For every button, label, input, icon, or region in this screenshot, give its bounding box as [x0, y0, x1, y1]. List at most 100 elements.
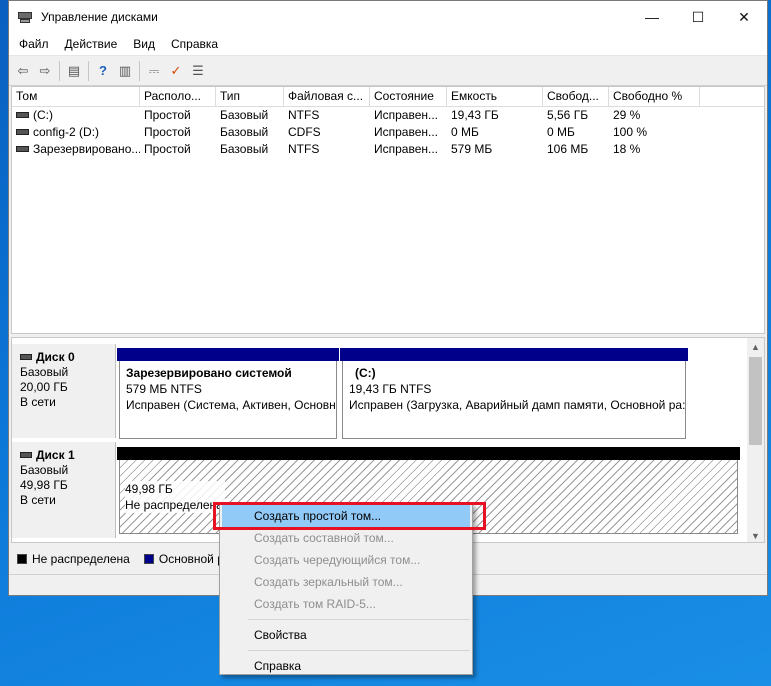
- column-header-percent-free[interactable]: Свободно %: [609, 87, 700, 106]
- cell-status: Исправен...: [374, 108, 439, 122]
- disk-1-info[interactable]: Диск 1 Базовый 49,98 ГБ В сети: [12, 442, 116, 538]
- disk-name: Диск 1: [36, 448, 75, 462]
- cell-free-space: 5,56 ГБ: [547, 108, 589, 122]
- menu-item-help[interactable]: Справка: [220, 655, 472, 677]
- unallocated-bar: [117, 447, 740, 460]
- help-icon[interactable]: ?: [92, 60, 114, 82]
- window-title: Управление дисками: [41, 10, 158, 24]
- legend-swatch-blue: [143, 554, 154, 564]
- menu-bar: Файл Действие Вид Справка: [9, 33, 767, 56]
- menu-view[interactable]: Вид: [125, 37, 163, 51]
- partition-title: Зарезервировано системой: [126, 366, 292, 380]
- disk-icon: [20, 353, 32, 360]
- scroll-up-arrow-icon[interactable]: ▲: [747, 338, 764, 355]
- volume-list-header: Том Располо... Тип Файловая с... Состоян…: [12, 87, 764, 107]
- column-header-free-space[interactable]: Свобод...: [543, 87, 609, 106]
- disk-name: Диск 0: [36, 350, 75, 364]
- cell-free-space: 106 МБ: [547, 142, 589, 156]
- disk-icon: [20, 451, 32, 458]
- column-header-volume[interactable]: Том: [12, 87, 140, 106]
- primary-partition-bar: [340, 348, 688, 361]
- menu-file[interactable]: Файл: [11, 37, 57, 51]
- scroll-thumb[interactable]: [749, 357, 762, 445]
- menu-item-new-mirrored-volume[interactable]: Создать зеркальный том...: [220, 571, 472, 593]
- cell-status: Исправен...: [374, 125, 439, 139]
- cell-percent-free: 18 %: [613, 142, 641, 156]
- unallocated-label: Не распределена: [125, 498, 223, 512]
- drive-icon: [16, 128, 29, 135]
- partition-size: 19,43 ГБ NTFS: [349, 382, 432, 396]
- drive-icon: [16, 145, 29, 152]
- table-row[interactable]: config-2 (D:) Простой Базовый CDFS Испра…: [12, 124, 764, 141]
- column-header-type[interactable]: Тип: [216, 87, 284, 106]
- disk-0-info[interactable]: Диск 0 Базовый 20,00 ГБ В сети: [12, 344, 116, 438]
- cell-type: Базовый: [220, 108, 269, 122]
- forward-arrow-icon[interactable]: ⇨: [34, 60, 56, 82]
- partition-system-reserved[interactable]: Зарезервировано системой 579 МБ NTFS Исп…: [117, 348, 339, 439]
- column-header-capacity[interactable]: Емкость: [447, 87, 543, 106]
- column-header-filesystem[interactable]: Файловая с...: [284, 87, 370, 106]
- cell-volume: Зарезервировано...: [33, 142, 140, 156]
- close-button[interactable]: ✕: [721, 1, 767, 33]
- menu-help[interactable]: Справка: [163, 37, 226, 51]
- title-bar[interactable]: Управление дисками — ☐ ✕: [9, 1, 767, 33]
- cell-percent-free: 29 %: [613, 108, 641, 122]
- cell-filesystem: NTFS: [288, 142, 320, 156]
- cell-type: Базовый: [220, 142, 269, 156]
- disk-status: В сети: [20, 395, 56, 409]
- disk-type: Базовый: [20, 463, 69, 477]
- disk-management-icon: [17, 9, 33, 25]
- menu-item-new-striped-volume[interactable]: Создать чередующийся том...: [220, 549, 472, 571]
- cell-capacity: 0 МБ: [451, 125, 479, 139]
- cell-capacity: 579 МБ: [451, 142, 493, 156]
- console-tree-icon[interactable]: ▤: [63, 60, 85, 82]
- cell-layout: Простой: [144, 142, 191, 156]
- column-header-status[interactable]: Состояние: [370, 87, 447, 106]
- checkmark-icon[interactable]: ✓: [165, 60, 187, 82]
- partition-status: Исправен (Загрузка, Аварийный дамп памят…: [349, 398, 686, 412]
- menu-item-new-spanned-volume[interactable]: Создать составной том...: [220, 527, 472, 549]
- table-row[interactable]: Зарезервировано... Простой Базовый NTFS …: [12, 141, 764, 158]
- legend-label: Не распределена: [32, 552, 130, 566]
- settings-list-icon[interactable]: ☰: [187, 60, 209, 82]
- legend-item-primary: Основной ра: [143, 552, 231, 566]
- minimize-button[interactable]: —: [629, 1, 675, 33]
- disk-status: В сети: [20, 493, 56, 507]
- menu-item-new-simple-volume[interactable]: Создать простой том...: [222, 505, 470, 527]
- toolbar: ⇦ ⇨ ▤ ? ▥ ⎓ ✓ ☰: [9, 56, 767, 86]
- cell-capacity: 19,43 ГБ: [451, 108, 499, 122]
- drive-icon: [16, 111, 29, 118]
- scroll-down-arrow-icon[interactable]: ▼: [747, 527, 764, 542]
- cell-status: Исправен...: [374, 142, 439, 156]
- partition-status: Исправен (Система, Активен, Основн: [126, 398, 336, 412]
- disk-size: 49,98 ГБ: [20, 478, 68, 492]
- volume-list: Том Располо... Тип Файловая с... Состоян…: [11, 86, 765, 334]
- cell-percent-free: 100 %: [613, 125, 648, 139]
- partition-size: 579 МБ NTFS: [126, 382, 202, 396]
- cell-volume: (C:): [33, 108, 53, 122]
- legend-swatch-black: [17, 554, 27, 564]
- back-arrow-icon[interactable]: ⇦: [12, 60, 34, 82]
- partition-c-drive[interactable]: (C:) 19,43 ГБ NTFS Исправен (Загрузка, А…: [340, 348, 688, 439]
- menu-item-new-raid5-volume[interactable]: Создать том RAID-5...: [220, 593, 472, 615]
- cell-filesystem: CDFS: [288, 125, 321, 139]
- menu-item-properties[interactable]: Свойства: [220, 624, 472, 646]
- menu-separator: [248, 619, 470, 620]
- table-row[interactable]: (C:) Простой Базовый NTFS Исправен... 19…: [12, 107, 764, 124]
- unallocated-size: 49,98 ГБ: [125, 482, 173, 496]
- cell-layout: Простой: [144, 125, 191, 139]
- toolbar-separator: [88, 60, 89, 81]
- toolbar-separator: [139, 60, 140, 81]
- menu-action[interactable]: Действие: [57, 37, 126, 51]
- vertical-scrollbar[interactable]: ▲ ▼: [747, 338, 764, 542]
- maximize-button[interactable]: ☐: [675, 1, 721, 33]
- context-menu: Создать простой том... Создать составной…: [219, 503, 473, 675]
- column-header-layout[interactable]: Располо...: [140, 87, 216, 106]
- menu-separator: [248, 650, 470, 651]
- cell-free-space: 0 МБ: [547, 125, 575, 139]
- partition-title: (C:): [355, 366, 376, 380]
- properties-icon[interactable]: ▥: [114, 60, 136, 82]
- connect-icon[interactable]: ⎓: [143, 60, 165, 82]
- cell-filesystem: NTFS: [288, 108, 320, 122]
- primary-partition-bar: [117, 348, 339, 361]
